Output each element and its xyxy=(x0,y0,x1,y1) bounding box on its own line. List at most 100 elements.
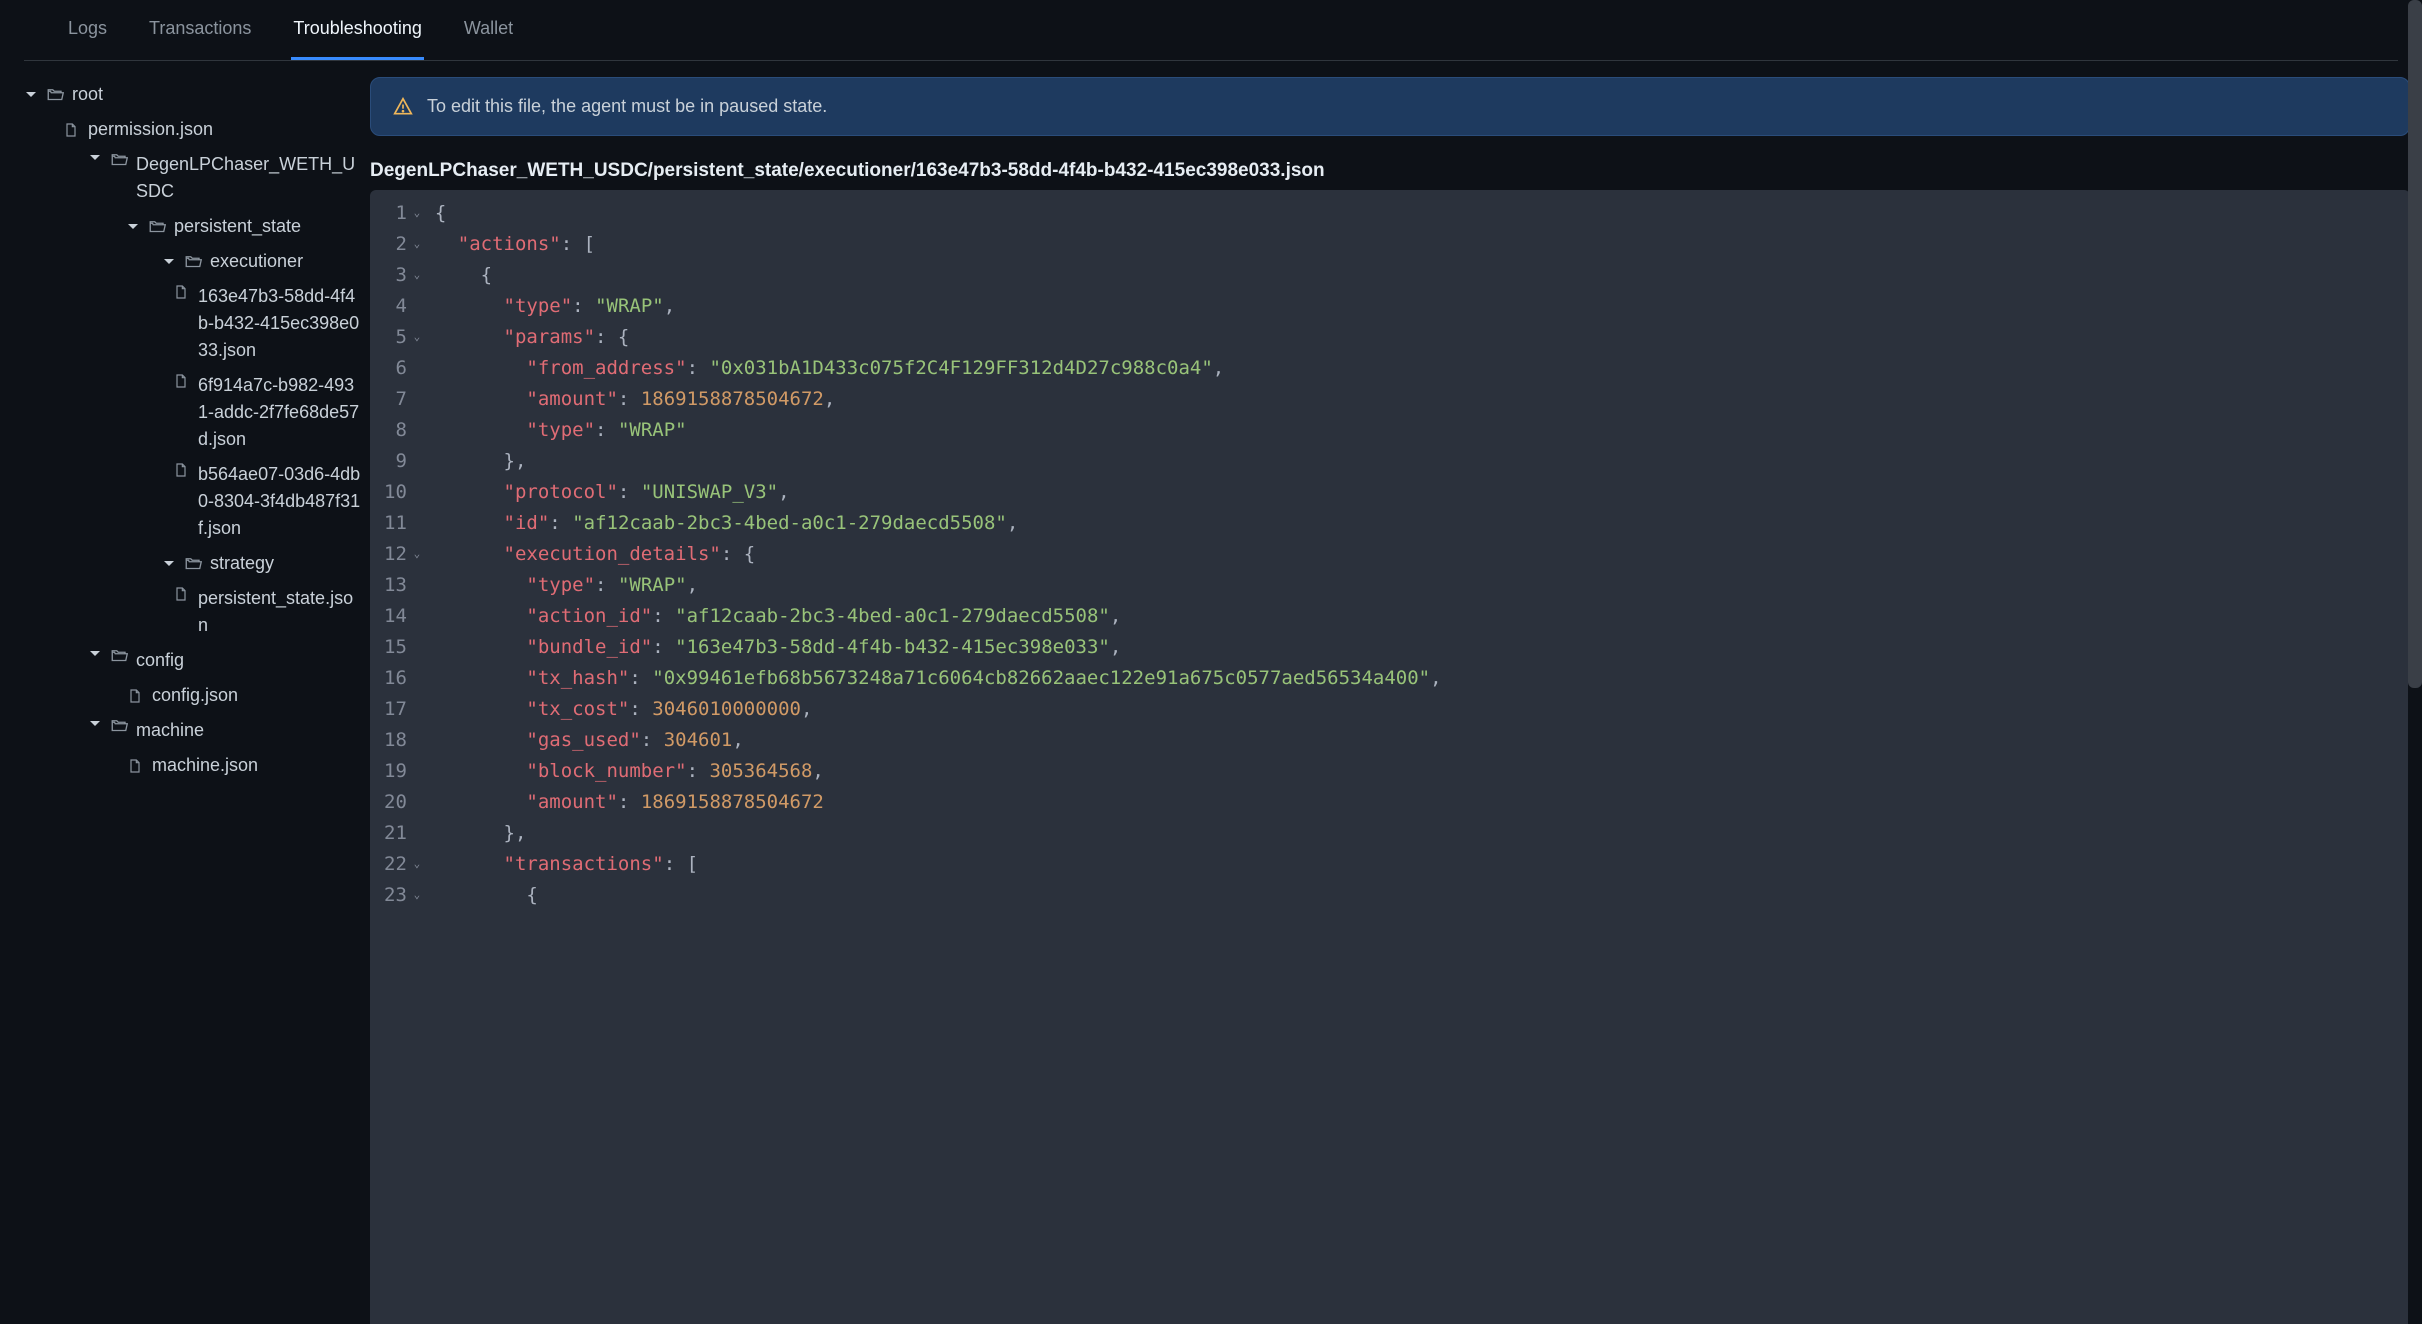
warning-icon xyxy=(393,97,413,117)
folder-open-icon xyxy=(110,717,128,735)
file-tree-sidebar: root permission.json DegenLPChaser_WETH_US… xyxy=(0,61,370,1324)
folder-tree-item[interactable]: strategy xyxy=(24,546,362,581)
scrollbar-thumb[interactable] xyxy=(2408,0,2422,688)
line-number: 9 xyxy=(384,446,423,477)
line-number-gutter: 1⌄2⌄3⌄45⌄6789101112⌄13141516171819202122… xyxy=(370,190,427,1324)
tab-logs[interactable]: Logs xyxy=(66,0,109,60)
fold-marker-icon[interactable]: ⌄ xyxy=(411,545,423,563)
folder-tree-item[interactable]: persistent_state xyxy=(24,209,362,244)
folder-tree-item[interactable]: DegenLPChaser_WETH_USDC xyxy=(24,147,362,209)
code-line[interactable]: "params": { xyxy=(435,322,1442,353)
code-line[interactable]: }, xyxy=(435,818,1442,849)
folder-tree-item[interactable]: machine xyxy=(24,713,362,748)
code-line[interactable]: "bundle_id": "163e47b3-58dd-4f4b-b432-41… xyxy=(435,632,1442,663)
code-line[interactable]: "tx_hash": "0x99461efb68b5673248a71c6064… xyxy=(435,663,1442,694)
code-line[interactable]: { xyxy=(435,880,1442,911)
file-icon xyxy=(172,461,190,479)
folder-open-icon xyxy=(110,647,128,665)
line-number: 16 xyxy=(384,663,423,694)
scrollbar-track[interactable] xyxy=(2408,0,2422,1324)
tree-item-label: DegenLPChaser_WETH_USDC xyxy=(136,151,362,205)
fold-marker-icon[interactable]: ⌄ xyxy=(411,235,423,253)
line-number: 23⌄ xyxy=(384,880,423,911)
tree-item-label: permission.json xyxy=(88,116,213,143)
caret-down-icon xyxy=(88,151,102,165)
folder-tree-item[interactable]: executioner xyxy=(24,244,362,279)
line-number: 4 xyxy=(384,291,423,322)
tree-item-label: b564ae07-03d6-4db0-8304-3f4db487f31f.jso… xyxy=(198,461,362,542)
tab-transactions[interactable]: Transactions xyxy=(147,0,253,60)
line-number: 8 xyxy=(384,415,423,446)
caret-down-icon xyxy=(88,647,102,661)
code-body[interactable]: { "actions": [ { "type": "WRAP", "params… xyxy=(427,190,1442,1324)
code-line[interactable]: "from_address": "0x031bA1D433c075f2C4F12… xyxy=(435,353,1442,384)
line-number: 15 xyxy=(384,632,423,663)
line-number: 22⌄ xyxy=(384,849,423,880)
code-line[interactable]: "type": "WRAP", xyxy=(435,570,1442,601)
file-tree-item[interactable]: 6f914a7c-b982-4931-addc-2f7fe68de57d.jso… xyxy=(24,368,362,457)
code-line[interactable]: }, xyxy=(435,446,1442,477)
tab-wallet[interactable]: Wallet xyxy=(462,0,515,60)
tree-item-label: strategy xyxy=(210,550,274,577)
tree-item-label: config.json xyxy=(152,682,238,709)
file-path: DegenLPChaser_WETH_USDC/persistent_state… xyxy=(370,158,2410,190)
code-line[interactable]: { xyxy=(435,260,1442,291)
file-tree-item[interactable]: 163e47b3-58dd-4f4b-b432-415ec398e033.jso… xyxy=(24,279,362,368)
fold-marker-icon[interactable]: ⌄ xyxy=(411,204,423,222)
file-tree-item[interactable]: config.json xyxy=(24,678,362,713)
code-line[interactable]: "actions": [ xyxy=(435,229,1442,260)
tree-item-label: machine xyxy=(136,717,204,744)
folder-tree-item[interactable]: root xyxy=(24,77,362,112)
fold-marker-icon[interactable]: ⌄ xyxy=(411,855,423,873)
fold-marker-icon[interactable]: ⌄ xyxy=(411,328,423,346)
code-line[interactable]: "id": "af12caab-2bc3-4bed-a0c1-279daecd5… xyxy=(435,508,1442,539)
line-number: 13 xyxy=(384,570,423,601)
caret-down-icon xyxy=(24,88,38,102)
code-line[interactable]: "amount": 1869158878504672, xyxy=(435,384,1442,415)
tree-item-label: persistent_state.json xyxy=(198,585,362,639)
folder-open-icon xyxy=(184,253,202,271)
code-editor[interactable]: 1⌄2⌄3⌄45⌄6789101112⌄13141516171819202122… xyxy=(370,190,2410,1324)
code-line[interactable]: "block_number": 305364568, xyxy=(435,756,1442,787)
caret-down-icon xyxy=(126,220,140,234)
code-line[interactable]: "tx_cost": 3046010000000, xyxy=(435,694,1442,725)
fold-marker-icon[interactable]: ⌄ xyxy=(411,886,423,904)
file-tree-item[interactable]: machine.json xyxy=(24,748,362,783)
line-number: 7 xyxy=(384,384,423,415)
line-number: 18 xyxy=(384,725,423,756)
folder-open-icon xyxy=(148,218,166,236)
file-icon xyxy=(126,687,144,705)
line-number: 14 xyxy=(384,601,423,632)
file-tree-item[interactable]: permission.json xyxy=(24,112,362,147)
line-number: 11 xyxy=(384,508,423,539)
tab-troubleshooting[interactable]: Troubleshooting xyxy=(291,0,423,60)
file-tree-item[interactable]: persistent_state.json xyxy=(24,581,362,643)
caret-down-icon xyxy=(88,717,102,731)
code-line[interactable]: "type": "WRAP" xyxy=(435,415,1442,446)
folder-open-icon xyxy=(46,86,64,104)
line-number: 5⌄ xyxy=(384,322,423,353)
tree-item-label: persistent_state xyxy=(174,213,301,240)
file-icon xyxy=(126,757,144,775)
code-line[interactable]: "protocol": "UNISWAP_V3", xyxy=(435,477,1442,508)
code-line[interactable]: "execution_details": { xyxy=(435,539,1442,570)
folder-open-icon xyxy=(110,151,128,169)
line-number: 19 xyxy=(384,756,423,787)
tree-item-label: 6f914a7c-b982-4931-addc-2f7fe68de57d.jso… xyxy=(198,372,362,453)
file-icon xyxy=(172,283,190,301)
code-line[interactable]: "transactions": [ xyxy=(435,849,1442,880)
code-line[interactable]: "action_id": "af12caab-2bc3-4bed-a0c1-27… xyxy=(435,601,1442,632)
content-pane: To edit this file, the agent must be in … xyxy=(370,61,2422,1324)
file-icon xyxy=(62,121,80,139)
line-number: 10 xyxy=(384,477,423,508)
code-line[interactable]: "type": "WRAP", xyxy=(435,291,1442,322)
alert-text: To edit this file, the agent must be in … xyxy=(427,96,827,117)
file-icon xyxy=(172,372,190,390)
code-line[interactable]: { xyxy=(435,198,1442,229)
code-line[interactable]: "gas_used": 304601, xyxy=(435,725,1442,756)
file-tree-item[interactable]: b564ae07-03d6-4db0-8304-3f4db487f31f.jso… xyxy=(24,457,362,546)
code-line[interactable]: "amount": 1869158878504672 xyxy=(435,787,1442,818)
folder-tree-item[interactable]: config xyxy=(24,643,362,678)
fold-marker-icon[interactable]: ⌄ xyxy=(411,266,423,284)
edit-alert: To edit this file, the agent must be in … xyxy=(370,77,2410,136)
